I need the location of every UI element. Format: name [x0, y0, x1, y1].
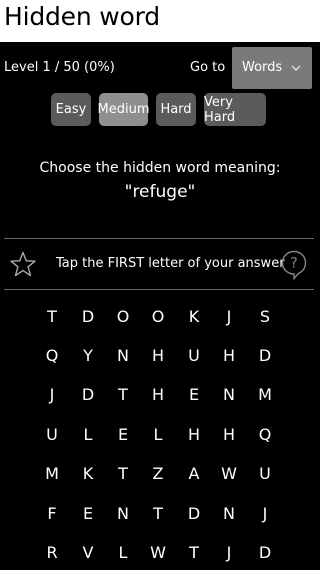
letter-cell[interactable]: W	[211, 455, 247, 491]
letter-cell[interactable]: N	[211, 495, 247, 531]
letter-cell[interactable]: O	[105, 298, 141, 334]
goto-select[interactable]: Words	[232, 47, 312, 89]
letter-cell[interactable]: L	[105, 534, 141, 570]
letter-cell[interactable]: D	[247, 534, 283, 570]
letter-cell[interactable]: H	[140, 337, 176, 373]
letter-cell[interactable]: E	[105, 416, 141, 452]
question-prompt: Choose the hidden word meaning:	[39, 160, 281, 176]
letter-cell[interactable]: M	[247, 376, 283, 412]
question-bubble-icon[interactable]: ?	[281, 250, 307, 280]
difficulty-very-hard-button[interactable]: Very Hard	[204, 93, 266, 126]
letter-cell[interactable]: F	[34, 495, 70, 531]
level-progress: Level 1 / 50 (0%)	[4, 60, 115, 75]
letter-cell[interactable]: J	[211, 298, 247, 334]
letter-cell[interactable]: E	[176, 376, 212, 412]
letter-cell[interactable]: H	[211, 416, 247, 452]
letter-cell[interactable]: U	[34, 416, 70, 452]
letter-cell[interactable]: Y	[70, 337, 106, 373]
letter-cell[interactable]: U	[176, 337, 212, 373]
star-icon[interactable]	[10, 251, 36, 277]
letter-cell[interactable]: Z	[140, 455, 176, 491]
difficulty-label: Hard	[160, 102, 192, 117]
app-title-bar: Hidden word	[0, 0, 320, 42]
letter-cell[interactable]: D	[70, 298, 106, 334]
letter-cell[interactable]: J	[247, 495, 283, 531]
goto-select-value: Words	[242, 60, 283, 75]
hint-text: Tap the FIRST letter of your answer	[56, 256, 285, 271]
goto-label: Go to	[190, 60, 226, 75]
chevron-down-icon	[291, 65, 301, 72]
letter-cell[interactable]: K	[176, 298, 212, 334]
letter-cell[interactable]: Q	[247, 416, 283, 452]
divider	[4, 238, 314, 239]
letter-cell[interactable]: Q	[34, 337, 70, 373]
letter-cell[interactable]: D	[70, 376, 106, 412]
letter-cell[interactable]: U	[247, 455, 283, 491]
letter-cell[interactable]: V	[70, 534, 106, 570]
letter-cell[interactable]: T	[176, 534, 212, 570]
letter-cell[interactable]: T	[105, 376, 141, 412]
letter-cell[interactable]: J	[211, 534, 247, 570]
svg-text:?: ?	[290, 256, 297, 272]
letter-cell[interactable]: T	[34, 298, 70, 334]
letter-cell[interactable]: R	[34, 534, 70, 570]
letter-cell[interactable]: T	[105, 455, 141, 491]
letter-cell[interactable]: S	[247, 298, 283, 334]
letter-cell[interactable]: H	[176, 416, 212, 452]
difficulty-label: Easy	[55, 102, 87, 117]
level-row: Level 1 / 50 (0%) Go to Words	[0, 42, 320, 92]
letter-cell[interactable]: T	[140, 495, 176, 531]
question-word: "refuge"	[124, 182, 196, 202]
difficulty-selector: Easy Medium Hard Very Hard	[0, 93, 320, 127]
app-title: Hidden word	[4, 2, 160, 31]
divider	[4, 289, 314, 290]
difficulty-easy-button[interactable]: Easy	[51, 93, 91, 126]
letter-cell[interactable]: D	[176, 495, 212, 531]
letter-cell[interactable]: N	[211, 376, 247, 412]
difficulty-label: Medium	[97, 102, 150, 117]
letter-cell[interactable]: M	[34, 455, 70, 491]
letter-cell[interactable]: N	[105, 495, 141, 531]
difficulty-hard-button[interactable]: Hard	[156, 93, 196, 126]
letter-cell[interactable]: A	[176, 455, 212, 491]
letter-cell[interactable]: E	[70, 495, 106, 531]
letter-cell[interactable]: H	[140, 376, 176, 412]
letter-cell[interactable]: L	[140, 416, 176, 452]
letter-cell[interactable]: H	[211, 337, 247, 373]
letter-cell[interactable]: W	[140, 534, 176, 570]
letter-cell[interactable]: L	[70, 416, 106, 452]
letter-cell[interactable]: N	[105, 337, 141, 373]
letter-cell[interactable]: J	[34, 376, 70, 412]
difficulty-label: Very Hard	[204, 94, 236, 125]
difficulty-medium-button[interactable]: Medium	[97, 93, 150, 126]
letter-cell[interactable]: D	[247, 337, 283, 373]
hint-row: Tap the FIRST letter of your answer ?	[0, 240, 320, 288]
letter-cell[interactable]: K	[70, 455, 106, 491]
letter-cell[interactable]: O	[140, 298, 176, 334]
